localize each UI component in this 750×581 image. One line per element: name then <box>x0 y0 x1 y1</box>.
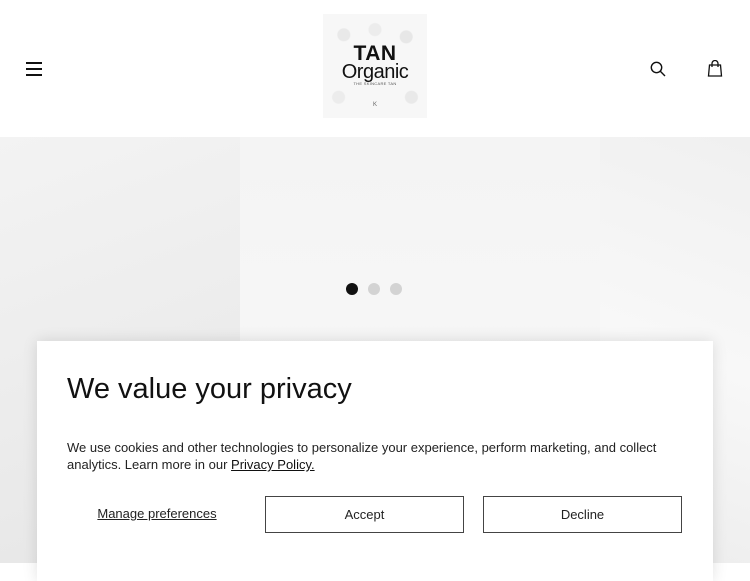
consent-body-text: We use cookies and other technologies to… <box>67 440 657 472</box>
hamburger-menu-icon[interactable] <box>26 62 42 76</box>
carousel-dots <box>346 283 412 295</box>
site-header: TAN Organic THE SKINCARE TAN K <box>0 0 750 137</box>
consent-title: We value your privacy <box>67 373 352 405</box>
cookie-consent-banner: We value your privacy We use cookies and… <box>37 341 713 581</box>
tan-organic-logo[interactable]: TAN Organic THE SKINCARE TAN K <box>323 14 427 118</box>
carousel-dot-2[interactable] <box>368 283 380 295</box>
carousel-dot-3[interactable] <box>390 283 402 295</box>
consent-description: We use cookies and other technologies to… <box>67 439 667 473</box>
manage-preferences-button[interactable]: Manage preferences <box>67 496 247 532</box>
decline-button[interactable]: Decline <box>483 496 682 533</box>
carousel-dot-1[interactable] <box>346 283 358 295</box>
logo-text-organic: Organic <box>341 61 409 83</box>
privacy-policy-link[interactable]: Privacy Policy. <box>231 457 315 472</box>
logo-badge: K <box>372 102 377 108</box>
logo-tagline: THE SKINCARE TAN <box>353 81 397 86</box>
search-icon[interactable] <box>650 61 666 77</box>
shopping-bag-icon[interactable] <box>707 59 723 77</box>
accept-button[interactable]: Accept <box>265 496 464 533</box>
